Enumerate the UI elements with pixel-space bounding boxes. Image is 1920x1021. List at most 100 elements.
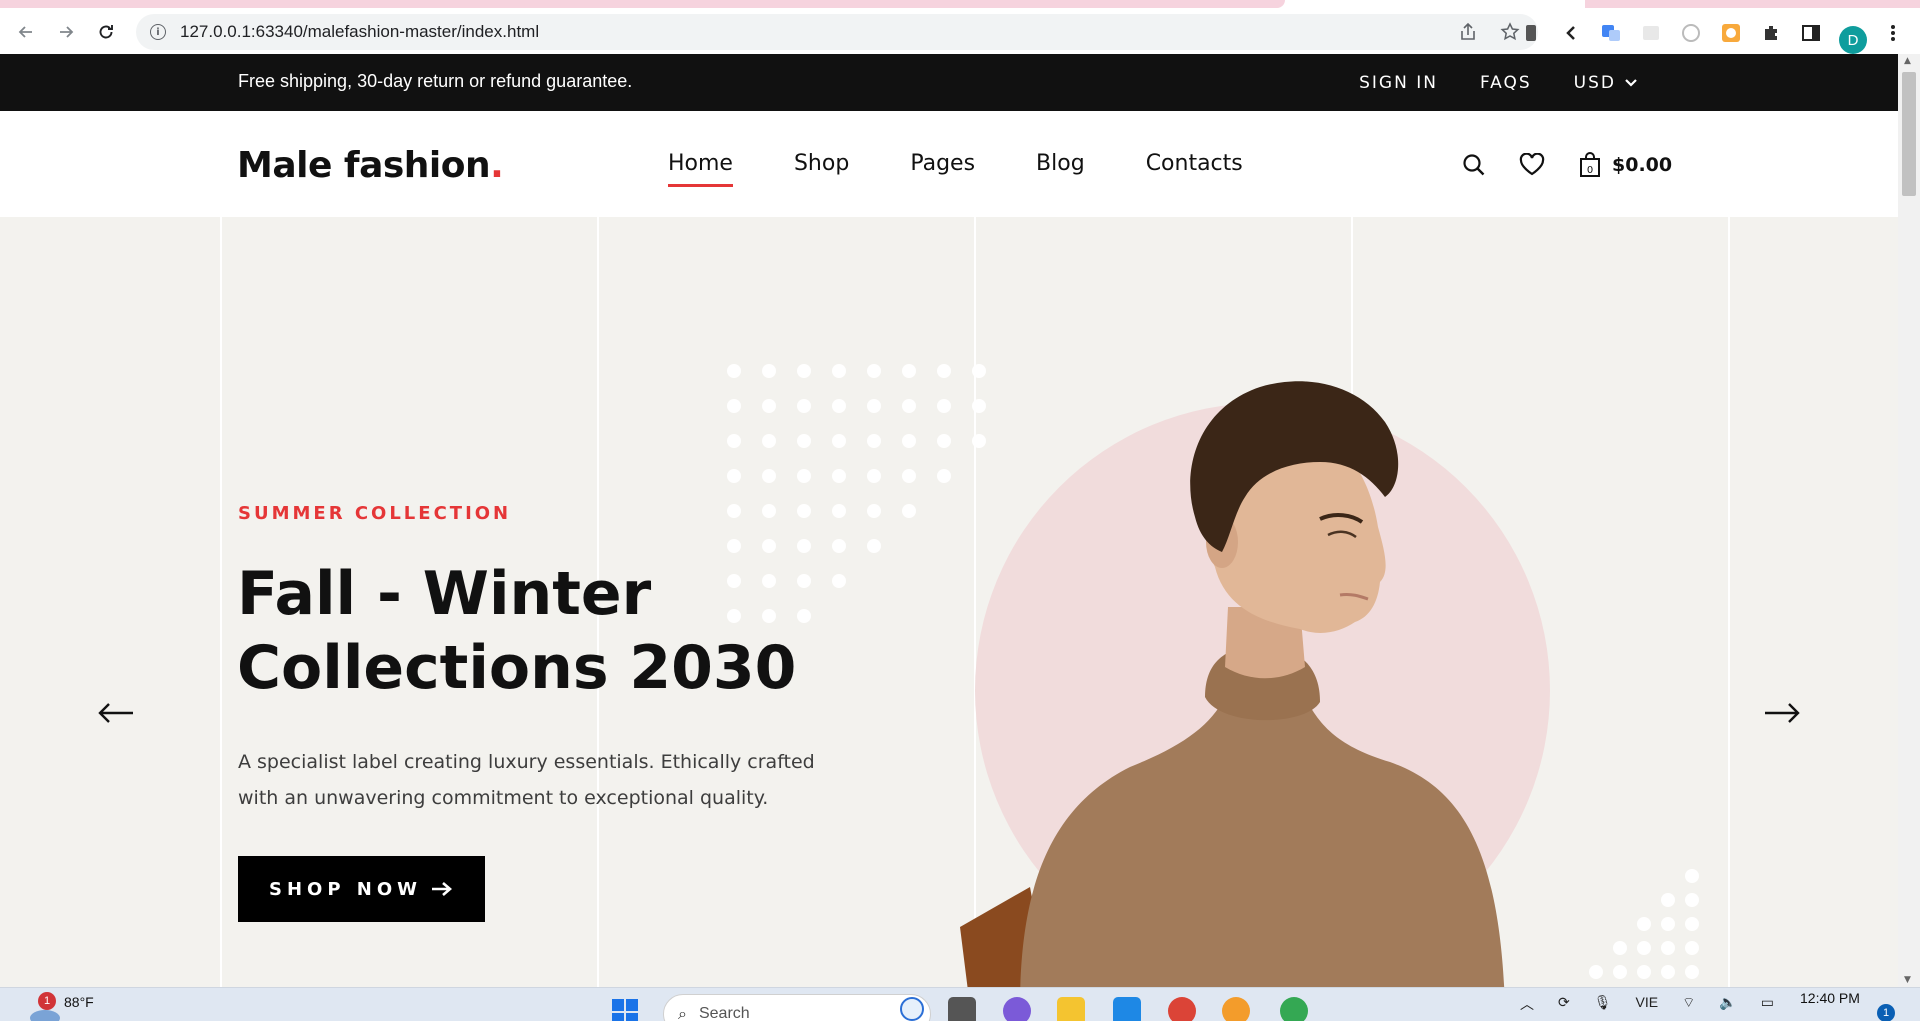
shopping-bag-icon: 0 — [1580, 152, 1600, 177]
chrome-profile-icon[interactable] — [1280, 997, 1308, 1021]
tray-chevron-icon[interactable]: ︿ — [1520, 994, 1534, 1014]
microphone-icon[interactable]: 🎙 — [1594, 994, 1612, 1014]
notification-badge[interactable]: 1 — [1877, 1004, 1895, 1021]
task-view-icon[interactable] — [948, 997, 976, 1021]
chevron-down-icon — [1625, 79, 1637, 87]
extensions-puzzle-icon[interactable] — [1758, 20, 1784, 46]
scroll-up-icon[interactable]: ▲ — [1904, 56, 1911, 66]
decoration-dot — [902, 364, 916, 378]
decoration-dot — [902, 504, 916, 518]
grid-line — [220, 217, 222, 987]
weather-badge: 1 — [38, 992, 56, 1010]
decoration-dot — [1637, 965, 1651, 979]
decoration-dot — [762, 539, 776, 553]
decoration-dot — [937, 364, 951, 378]
bookmark-star-icon[interactable] — [1500, 22, 1520, 42]
site-logo[interactable]: Male fashion. — [237, 145, 504, 186]
inactive-tab[interactable] — [1585, 0, 1920, 8]
decoration-dot — [762, 399, 776, 413]
hero-headline: Fall - Winter Collections 2030 — [237, 557, 937, 705]
arrow-left-icon — [98, 703, 133, 723]
wishlist-button[interactable] — [1518, 151, 1546, 179]
arrow-right-icon — [432, 882, 452, 896]
hero-description: A specialist label creating luxury essen… — [238, 751, 815, 809]
cart-count: 0 — [1587, 165, 1593, 176]
decoration-dot — [727, 504, 741, 518]
vscode-icon[interactable] — [1113, 997, 1141, 1021]
address-bar[interactable]: i 127.0.0.1:63340/malefashion-master/ind… — [136, 14, 1538, 50]
decoration-dot — [727, 539, 741, 553]
extension-icon-3[interactable] — [1638, 20, 1664, 46]
share-icon[interactable] — [1458, 22, 1478, 42]
decoration-dot — [797, 399, 811, 413]
file-explorer-icon[interactable] — [1057, 997, 1085, 1021]
search-icon — [1463, 154, 1485, 176]
active-tab[interactable] — [0, 0, 1285, 8]
reload-button[interactable] — [92, 18, 120, 46]
teams-icon[interactable] — [1003, 997, 1031, 1021]
site-info-icon[interactable]: i — [150, 24, 166, 40]
wifi-icon[interactable]: ⌔ — [1682, 994, 1695, 1014]
chrome-icon[interactable] — [1168, 997, 1196, 1021]
search-button[interactable] — [1460, 151, 1488, 179]
currency-selector[interactable]: USD — [1574, 73, 1638, 93]
decoration-dot — [867, 399, 881, 413]
sweater-shape — [1020, 697, 1505, 987]
scroll-down-icon[interactable]: ▼ — [1904, 975, 1911, 985]
weather-widget[interactable]: 1 88°F — [28, 992, 94, 1021]
decoration-dot — [797, 364, 811, 378]
decoration-dot — [832, 504, 846, 518]
logo-dot: . — [490, 145, 504, 186]
decoration-dot — [1637, 941, 1651, 955]
volume-icon[interactable]: 🔈 — [1719, 994, 1736, 1014]
headline-line-2: Collections 2030 — [237, 633, 797, 703]
decoration-dot — [797, 469, 811, 483]
faqs-link[interactable]: FAQS — [1480, 73, 1532, 93]
decoration-dot — [937, 469, 951, 483]
slider-prev-button[interactable] — [96, 693, 136, 733]
weather-temp: 88°F — [64, 994, 94, 1010]
headline-line-1: Fall - Winter — [237, 559, 652, 629]
decoration-dot — [1613, 965, 1627, 979]
nav-pages[interactable]: Pages — [910, 151, 975, 176]
decoration-dot — [867, 469, 881, 483]
bing-icon[interactable] — [900, 997, 924, 1021]
taskbar-clock[interactable]: 12:40 PM — [1800, 990, 1860, 1006]
profile-avatar[interactable]: D — [1839, 26, 1867, 54]
battery-icon[interactable]: ▭ — [1761, 994, 1774, 1014]
extension-icon-5[interactable] — [1718, 20, 1744, 46]
browser-tab-strip — [0, 0, 1920, 10]
slider-next-button[interactable] — [1762, 693, 1802, 733]
decoration-dot — [902, 469, 916, 483]
nav-shop[interactable]: Shop — [794, 151, 849, 176]
currency-label: USD — [1573, 73, 1616, 93]
side-panel-icon[interactable] — [1798, 20, 1824, 46]
back-arrow-icon — [18, 26, 32, 38]
cloud-app-icon[interactable] — [1222, 997, 1250, 1021]
taskbar-search[interactable]: ⌕ Search — [663, 994, 931, 1021]
clock-time: 12:40 PM — [1800, 990, 1860, 1006]
page-scrollbar[interactable]: ▲ ▼ — [1898, 54, 1920, 987]
nav-blog[interactable]: Blog — [1036, 151, 1085, 176]
translate-extension-icon[interactable] — [1598, 20, 1624, 46]
extension-icon-1[interactable] — [1518, 20, 1544, 46]
cart-button[interactable]: 0 $0.00 — [1578, 152, 1672, 178]
url-text[interactable]: 127.0.0.1:63340/malefashion-master/index… — [180, 22, 539, 42]
sync-icon[interactable]: ⟳ — [1558, 994, 1570, 1014]
browser-menu-icon[interactable] — [1880, 20, 1906, 46]
decoration-dot — [1685, 869, 1699, 883]
language-indicator[interactable]: VIE — [1636, 994, 1659, 1014]
extension-icon-4[interactable] — [1678, 20, 1704, 46]
extension-chevron-icon[interactable] — [1558, 20, 1584, 46]
sign-in-link[interactable]: SIGN IN — [1359, 73, 1438, 93]
nav-home[interactable]: Home — [668, 151, 733, 187]
shop-now-button[interactable]: SHOP NOW — [238, 856, 485, 922]
nav-contacts[interactable]: Contacts — [1146, 151, 1243, 176]
decoration-dot — [727, 399, 741, 413]
windows-start-icon[interactable] — [611, 998, 639, 1021]
decoration-dot — [937, 434, 951, 448]
scrollbar-thumb[interactable] — [1902, 72, 1916, 196]
back-button[interactable] — [12, 18, 40, 46]
decoration-dot — [727, 434, 741, 448]
forward-button[interactable] — [52, 18, 80, 46]
